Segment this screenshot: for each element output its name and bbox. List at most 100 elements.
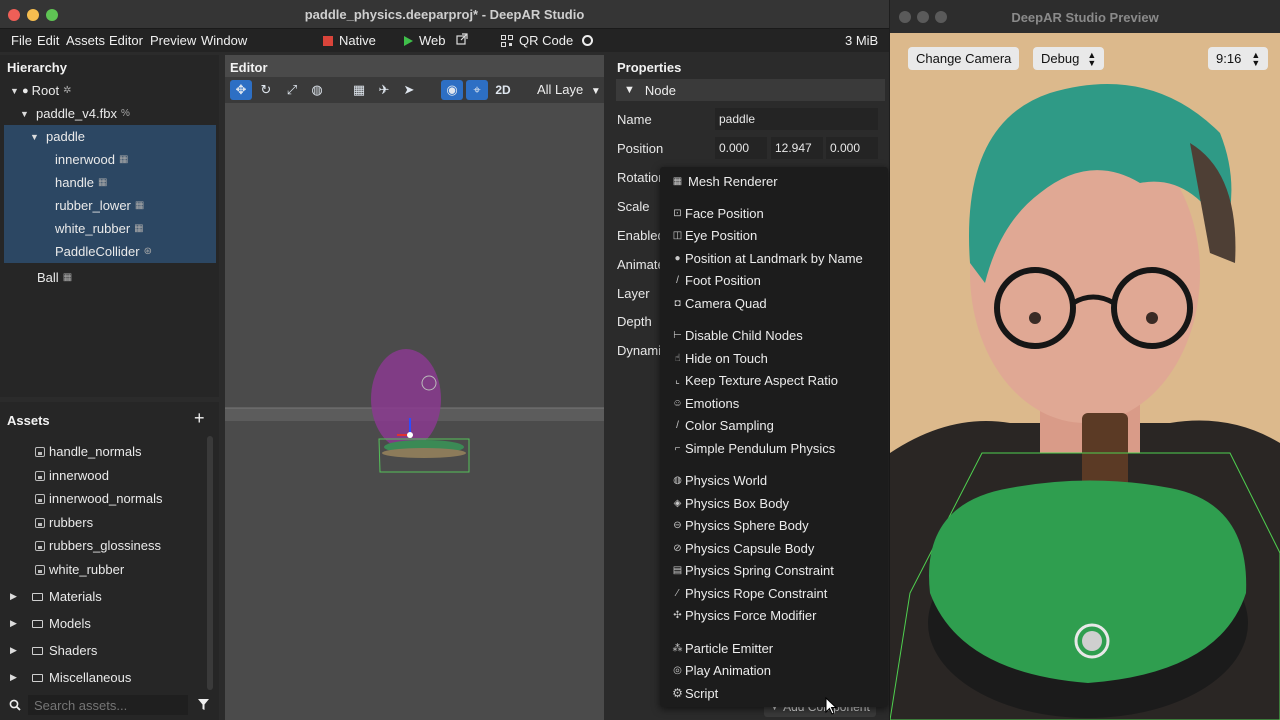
menu-item-physics-box[interactable]: ◈ Physics Box Body <box>671 493 789 513</box>
asset-item[interactable]: rubbers <box>35 515 93 530</box>
hierarchy-item-paddle-collider[interactable]: PaddleCollider ⊛ <box>4 240 216 263</box>
folder-shaders[interactable]: ▶ Shaders <box>10 643 97 658</box>
menu-preview[interactable]: Preview <box>150 33 196 48</box>
scene-canvas[interactable] <box>225 103 604 720</box>
menu-item-landmark-position[interactable]: ● Position at Landmark by Name <box>671 248 862 268</box>
menu-item-face-position[interactable]: ⊡ Face Position <box>671 203 763 223</box>
search-input[interactable] <box>28 695 188 715</box>
emotion-icon: ☺ <box>672 397 683 409</box>
menu-window[interactable]: Window <box>201 33 247 48</box>
expand-icon[interactable]: ▼ <box>20 109 32 119</box>
hierarchy-item-paddle-fbx[interactable]: ▼ paddle_v4.fbx % <box>4 102 216 125</box>
expand-icon[interactable]: ▼ <box>10 86 22 96</box>
navigate-icon[interactable]: ➤ <box>398 80 420 100</box>
expand-icon[interactable]: ▶ <box>10 645 22 656</box>
node-section-label: Node <box>644 82 676 98</box>
node-label: Root <box>31 83 60 98</box>
menu-item-keep-aspect[interactable]: ⌞ Keep Texture Aspect Ratio <box>671 370 838 390</box>
hierarchy-item-innerwood[interactable]: innerwood ▦ <box>4 148 216 171</box>
menu-item-disable-child-nodes[interactable]: ⊢ Disable Child Nodes <box>671 325 803 345</box>
person-view-icon[interactable]: ◉ <box>441 80 463 100</box>
menu-item-particle-emitter[interactable]: ⁂ Particle Emitter <box>671 638 774 658</box>
menu-item-foot-position[interactable]: / Foot Position <box>671 270 761 290</box>
move-tool-icon[interactable]: ✥ <box>230 80 252 100</box>
menu-item-physics-sphere[interactable]: ⊖ Physics Sphere Body <box>671 515 808 535</box>
aspect-ratio-dropdown[interactable]: 9:16 ▲ ▼ <box>1208 47 1269 70</box>
snap-icon[interactable]: ✈ <box>373 80 395 100</box>
layers-label: All Laye <box>537 82 584 97</box>
position-y-field[interactable]: 12.947 <box>771 137 823 159</box>
menu-editor[interactable]: Editor <box>109 33 143 48</box>
asset-item[interactable]: white_rubber <box>35 562 124 577</box>
focus-icon[interactable]: ⌖ <box>466 80 488 100</box>
menu-item-mesh-renderer[interactable]: ▦ Mesh Renderer <box>671 171 778 191</box>
hierarchy-item-white-rubber[interactable]: white_rubber ▦ <box>4 217 216 240</box>
collapse-icon[interactable]: ▼ <box>624 84 635 96</box>
run-native-button[interactable]: Native <box>323 33 376 48</box>
menu-item-label: Physics Spring Constraint <box>685 562 834 578</box>
folder-miscellaneous[interactable]: ▶ Miscellaneous <box>10 670 131 685</box>
menu-edit[interactable]: Edit <box>37 33 59 48</box>
expand-icon[interactable]: ▶ <box>10 591 22 602</box>
asset-item[interactable]: handle_normals <box>35 444 142 459</box>
rotate-tool-icon[interactable]: ↻ <box>255 80 277 100</box>
asset-item[interactable]: innerwood_normals <box>35 491 162 506</box>
qr-icon <box>501 34 513 47</box>
collider-icon: ⊛ <box>143 246 152 257</box>
menu-assets[interactable]: Assets <box>66 33 105 48</box>
name-field[interactable]: paddle <box>715 108 878 130</box>
qr-code-label: QR Code <box>519 33 574 48</box>
prop-label-rotation: Rotatior <box>617 170 663 185</box>
menu-item-color-sampling[interactable]: / Color Sampling <box>671 415 774 435</box>
run-web-button[interactable]: Web <box>404 33 446 48</box>
open-external-icon[interactable] <box>456 33 468 45</box>
camera-icon: ◘ <box>674 297 681 309</box>
filter-icon[interactable] <box>198 699 209 711</box>
layers-dropdown[interactable]: All Laye ▼ <box>537 82 601 97</box>
menu-item-eye-position[interactable]: ◫ Eye Position <box>671 225 758 245</box>
grid-icon: ▦ <box>672 175 683 187</box>
add-asset-icon[interactable]: + <box>194 408 205 429</box>
memory-usage: 3 MiB <box>845 33 879 48</box>
asset-item[interactable]: innerwood <box>35 468 109 483</box>
hierarchy-item-root[interactable]: ▼ ● Root ✲ <box>4 79 216 102</box>
global-space-icon[interactable]: ◍ <box>306 80 328 100</box>
hierarchy-item-ball[interactable]: Ball ▦ <box>4 266 216 289</box>
menu-item-play-animation[interactable]: ◎ Play Animation <box>671 660 771 680</box>
position-z-field[interactable]: 0.000 <box>826 137 878 159</box>
menu-item-physics-force[interactable]: ✣ Physics Force Modifier <box>671 605 816 625</box>
menu-item-physics-capsule[interactable]: ⊘ Physics Capsule Body <box>671 538 814 558</box>
change-camera-button[interactable]: Change Camera <box>908 47 1020 70</box>
assets-scrollbar[interactable] <box>207 436 213 690</box>
scale-tool-icon[interactable]: ⤢ <box>281 80 303 100</box>
folder-materials[interactable]: ▶ Materials <box>10 589 102 604</box>
hierarchy-item-handle[interactable]: handle ▦ <box>4 171 216 194</box>
mesh-icon: ▦ <box>62 272 73 283</box>
debug-dropdown[interactable]: Debug ▲ ▼ <box>1033 47 1105 70</box>
scene-viewport[interactable] <box>225 103 604 720</box>
asset-item[interactable]: rubbers_glossiness <box>35 538 161 553</box>
node-section-header[interactable]: ▼ Node <box>616 79 885 101</box>
menu-item-label: Physics Capsule Body <box>685 540 815 556</box>
hierarchy-item-rubber-lower[interactable]: rubber_lower ▦ <box>4 194 216 217</box>
expand-icon[interactable]: ▶ <box>10 672 22 683</box>
menu-item-camera-quad[interactable]: ◘ Camera Quad <box>671 293 766 313</box>
folder-models[interactable]: ▶ Models <box>10 616 91 631</box>
menu-item-physics-world[interactable]: ◍ Physics World <box>671 470 767 490</box>
menu-item-emotions[interactable]: ☺ Emotions <box>671 393 739 413</box>
menu-item-hide-on-touch[interactable]: ☝ Hide on Touch <box>671 348 767 368</box>
qr-code-button[interactable]: QR Code <box>501 33 594 48</box>
asset-label: innerwood <box>49 468 109 483</box>
menu-item-pendulum-physics[interactable]: ⌐ Simple Pendulum Physics <box>671 438 836 458</box>
expand-icon[interactable]: ▼ <box>30 132 42 142</box>
expand-icon[interactable]: ▶ <box>10 618 22 629</box>
menu-file[interactable]: File <box>11 33 32 48</box>
updown-icon: ▲ ▼ <box>1251 49 1261 68</box>
grid-icon[interactable]: ▦ <box>348 80 370 100</box>
2d-toggle[interactable]: 2D <box>491 80 515 100</box>
hierarchy-item-paddle[interactable]: ▼ paddle <box>4 125 216 148</box>
menu-item-script[interactable]: ⚙ Script <box>671 683 718 703</box>
position-x-field[interactable]: 0.000 <box>715 137 767 159</box>
menu-item-physics-rope[interactable]: ⁄ Physics Rope Constraint <box>671 583 828 603</box>
menu-item-physics-spring[interactable]: ▤ Physics Spring Constraint <box>671 560 834 580</box>
